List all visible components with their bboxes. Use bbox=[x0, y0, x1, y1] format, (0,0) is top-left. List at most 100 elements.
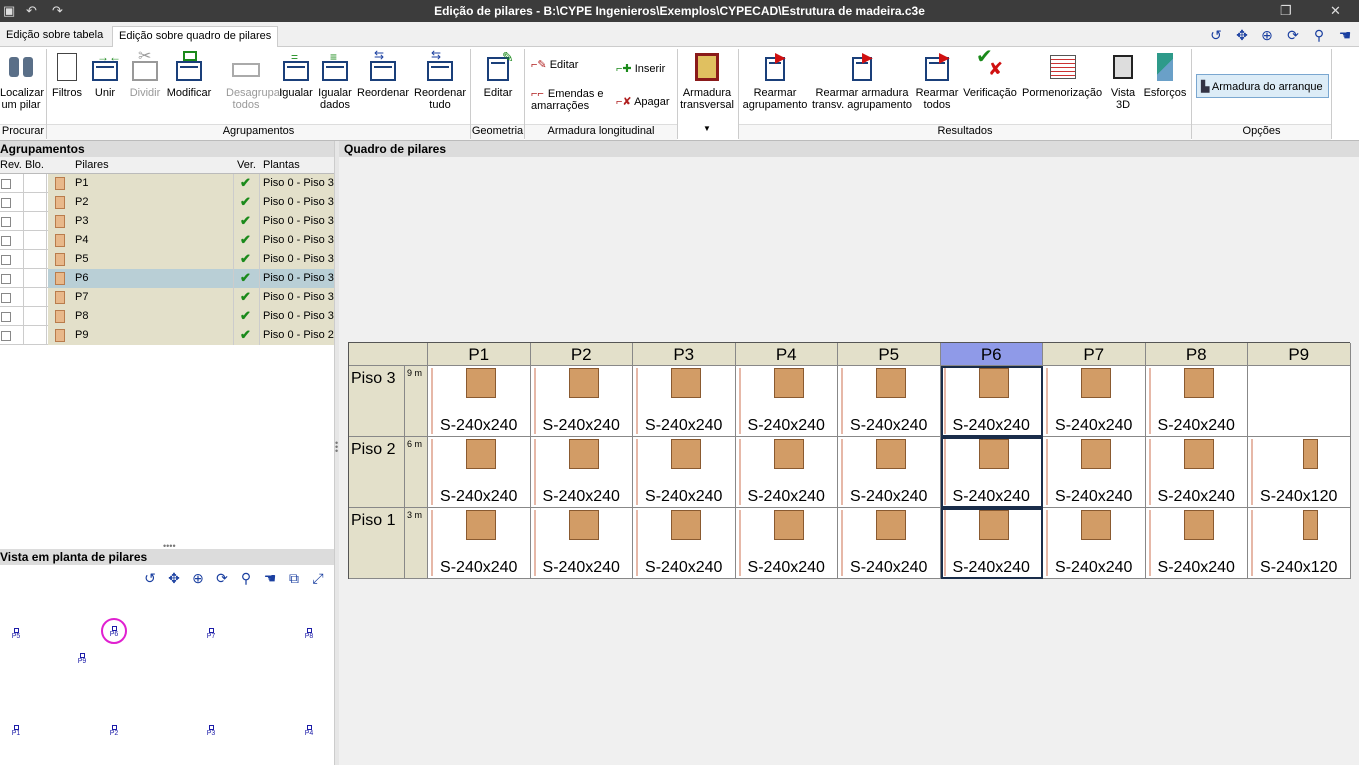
desagrupar-button[interactable]: Desagrupar todos bbox=[226, 51, 283, 111]
hand-icon[interactable]: ☚ bbox=[1336, 26, 1354, 44]
plan-pan-icon[interactable]: ✥ bbox=[165, 569, 183, 587]
pillar-cell[interactable]: S-240x240 bbox=[838, 508, 941, 579]
pillar-cell[interactable]: S-240x240 bbox=[428, 366, 531, 437]
tab-edicao-tabela[interactable]: Edição sobre tabela bbox=[0, 26, 109, 47]
reordenar-tudo-button[interactable]: ⇆ Reordenar tudo bbox=[414, 49, 466, 111]
pillar-cell[interactable]: S-240x240 bbox=[940, 366, 1043, 437]
pillar-cell[interactable]: S-240x120 bbox=[1248, 437, 1351, 508]
plan-zoom-window-icon[interactable]: ⧉ bbox=[285, 569, 303, 587]
verificacao-button[interactable]: ✔ ✘ Verificação bbox=[962, 47, 1018, 99]
plan-pillar-p1[interactable]: P1 bbox=[10, 725, 22, 737]
modificar-button[interactable]: Modificar bbox=[166, 51, 212, 99]
rearmar-agrupamento-button[interactable]: ▶ Rearmar agrupamento bbox=[741, 50, 809, 111]
plan-pillar-p6[interactable]: P6 bbox=[108, 626, 120, 638]
al-emendas-button[interactable]: ⌐⌐ Emendas e amarrações bbox=[531, 88, 611, 112]
rev-checkbox[interactable] bbox=[1, 198, 11, 208]
pillar-cell[interactable]: S-240x240 bbox=[1145, 366, 1248, 437]
al-apagar-button[interactable]: ⌐✘ Apagar bbox=[616, 96, 670, 108]
pillar-cell[interactable]: S-240x240 bbox=[530, 437, 633, 508]
pillar-cell[interactable]: S-240x240 bbox=[1145, 437, 1248, 508]
table-row[interactable]: P3 ✔ Piso 0 - Piso 3 bbox=[0, 212, 334, 231]
blo-cell[interactable] bbox=[23, 307, 47, 326]
zoom-2-icon[interactable]: ⊕ bbox=[1258, 26, 1276, 44]
rev-checkbox[interactable] bbox=[1, 255, 11, 265]
vista-3d-button[interactable]: Vista 3D bbox=[1105, 51, 1141, 111]
table-row[interactable]: P9 ✔ Piso 0 - Piso 2 bbox=[0, 326, 334, 345]
reordenar-button[interactable]: ⇆ Reordenar bbox=[356, 49, 410, 99]
table-row[interactable]: P7 ✔ Piso 0 - Piso 3 bbox=[0, 288, 334, 307]
table-row[interactable]: P8 ✔ Piso 0 - Piso 3 bbox=[0, 307, 334, 326]
blo-cell[interactable] bbox=[23, 193, 47, 212]
pillar-cell[interactable]: S-240x240 bbox=[530, 508, 633, 579]
close-icon[interactable]: ✕ bbox=[1330, 3, 1341, 19]
resize-grip-icon[interactable]: •••• bbox=[163, 541, 176, 551]
rev-checkbox[interactable] bbox=[1, 179, 11, 189]
pillar-cell[interactable]: S-240x240 bbox=[940, 508, 1043, 579]
plan-undo-icon[interactable]: ↺ bbox=[141, 569, 159, 587]
pillar-cell[interactable]: S-240x240 bbox=[735, 437, 838, 508]
plan-pillar-p7[interactable]: P7 bbox=[205, 628, 217, 640]
column-header-p1[interactable]: P1 bbox=[428, 343, 531, 366]
esforcos-button[interactable]: Esforços bbox=[1143, 51, 1187, 99]
column-header-p4[interactable]: P4 bbox=[735, 343, 838, 366]
localizar-button[interactable]: Localizar um pilar bbox=[0, 51, 44, 111]
zoom-icon[interactable]: ⚲ bbox=[1310, 26, 1328, 44]
plan-zoom-icon[interactable]: ⚲ bbox=[237, 569, 255, 587]
tab-edicao-quadro[interactable]: Edição sobre quadro de pilares bbox=[112, 26, 279, 47]
unir-button[interactable]: →← Unir bbox=[88, 51, 122, 99]
pillar-cell[interactable]: S-240x240 bbox=[530, 366, 633, 437]
blo-cell[interactable] bbox=[23, 288, 47, 307]
rearmar-todos-button[interactable]: ▶ Rearmar todos bbox=[915, 50, 959, 111]
plan-pillar-p4[interactable]: P4 bbox=[303, 725, 315, 737]
geometria-editar-button[interactable]: ✎ Editar bbox=[478, 50, 518, 99]
rev-checkbox[interactable] bbox=[1, 236, 11, 246]
pillar-cell[interactable]: S-240x240 bbox=[633, 508, 736, 579]
pillar-cell[interactable]: S-240x240 bbox=[633, 437, 736, 508]
column-header-p7[interactable]: P7 bbox=[1043, 343, 1146, 366]
al-editar-button[interactable]: ⌐✎ Editar bbox=[531, 59, 578, 71]
table-row[interactable]: P4 ✔ Piso 0 - Piso 3 bbox=[0, 231, 334, 250]
rearmar-transv-button[interactable]: ▶ Rearmar armadura transv. agrupamento bbox=[811, 50, 913, 111]
column-header-p2[interactable]: P2 bbox=[530, 343, 633, 366]
pillar-cell[interactable]: S-240x240 bbox=[735, 508, 838, 579]
pan-icon[interactable]: ✥ bbox=[1233, 26, 1251, 44]
blo-cell[interactable] bbox=[23, 250, 47, 269]
refresh-icon[interactable]: ⟳ bbox=[1284, 26, 1302, 44]
pillar-cell[interactable]: S-240x240 bbox=[633, 366, 736, 437]
column-header-p5[interactable]: P5 bbox=[838, 343, 941, 366]
blo-cell[interactable] bbox=[23, 326, 47, 345]
table-row[interactable]: P5 ✔ Piso 0 - Piso 3 bbox=[0, 250, 334, 269]
plan-zoom2-icon[interactable]: ⊕ bbox=[189, 569, 207, 587]
pillar-cell[interactable]: S-240x240 bbox=[940, 437, 1043, 508]
table-row[interactable]: P6 ✔ Piso 0 - Piso 3 bbox=[0, 269, 334, 288]
restore-icon[interactable]: ❐ bbox=[1280, 3, 1292, 19]
plan-pillar-p5[interactable]: P5 bbox=[10, 628, 22, 640]
rev-checkbox[interactable] bbox=[1, 312, 11, 322]
table-row[interactable]: P2 ✔ Piso 0 - Piso 3 bbox=[0, 193, 334, 212]
blo-cell[interactable] bbox=[23, 212, 47, 231]
blo-cell[interactable] bbox=[23, 174, 47, 193]
al-inserir-button[interactable]: ⌐✚ Inserir bbox=[616, 63, 665, 75]
rev-checkbox[interactable] bbox=[1, 274, 11, 284]
pormenorizacao-button[interactable]: Pormenorização bbox=[1022, 51, 1102, 99]
plan-refresh-icon[interactable]: ⟳ bbox=[213, 569, 231, 587]
armadura-transversal-button[interactable]: Armadura transversal ▼ bbox=[680, 51, 734, 135]
undo-view-icon[interactable]: ↺ bbox=[1207, 26, 1225, 44]
rev-checkbox[interactable] bbox=[1, 331, 11, 341]
column-header-p6[interactable]: P6 bbox=[940, 343, 1043, 366]
armadura-arranque-button[interactable]: ▙ Armadura do arranque bbox=[1196, 74, 1329, 98]
splitter-grip-icon[interactable]: • • • bbox=[335, 439, 338, 456]
blo-cell[interactable] bbox=[23, 231, 47, 250]
dropdown-arrow-icon[interactable]: ▼ bbox=[680, 123, 734, 135]
pillar-cell[interactable]: S-240x240 bbox=[428, 508, 531, 579]
pillar-cell[interactable]: S-240x240 bbox=[1043, 366, 1146, 437]
pillar-cell[interactable]: S-240x240 bbox=[1145, 508, 1248, 579]
pillar-cell[interactable]: S-240x240 bbox=[838, 366, 941, 437]
pillar-cell[interactable]: S-240x240 bbox=[1043, 508, 1146, 579]
plan-pillar-p9[interactable]: P9 bbox=[76, 653, 88, 665]
plan-pillar-p8[interactable]: P8 bbox=[303, 628, 315, 640]
igualar-button[interactable]: = Igualar bbox=[279, 51, 313, 99]
column-header-p3[interactable]: P3 bbox=[633, 343, 736, 366]
rev-checkbox[interactable] bbox=[1, 217, 11, 227]
pillar-cell[interactable]: S-240x120 bbox=[1248, 508, 1351, 579]
